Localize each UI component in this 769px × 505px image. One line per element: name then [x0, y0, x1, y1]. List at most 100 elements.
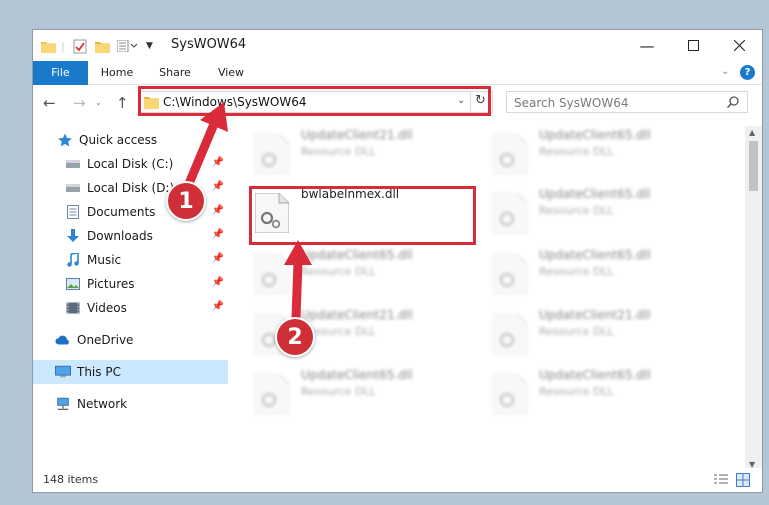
pin-icon[interactable]: 📌: [212, 229, 224, 240]
item-count: 148 items: [43, 473, 99, 486]
file-name: UpdateClient65.dll: [301, 368, 413, 382]
drive-icon: [65, 156, 81, 172]
file-name: UpdateClient21.dll: [301, 308, 413, 322]
file-tile[interactable]: UpdateClient65.dll Resource DLL: [233, 368, 453, 418]
file-type: Resource DLL: [539, 145, 614, 158]
nav-network[interactable]: Network: [33, 392, 228, 416]
file-tile[interactable]: UpdateClient65.dll Resource DLL: [233, 248, 453, 298]
back-arrow-icon[interactable]: ←: [43, 94, 56, 112]
drive-icon: [65, 180, 81, 196]
nav-downloads[interactable]: Downloads 📌: [33, 224, 228, 248]
pin-icon[interactable]: 📌: [212, 277, 224, 288]
nav-quick-access[interactable]: Quick access: [33, 128, 228, 152]
nav-item-label: Downloads: [87, 229, 153, 243]
pin-icon[interactable]: 📌: [212, 205, 224, 216]
maximize-button[interactable]: [670, 30, 716, 61]
file-type: Resource DLL: [539, 325, 614, 338]
nav-item-label: Music: [87, 253, 122, 267]
forward-arrow-icon[interactable]: →: [73, 94, 86, 112]
nav-pictures[interactable]: Pictures 📌: [33, 272, 228, 296]
search-input[interactable]: Search SysWOW64: [506, 91, 748, 113]
file-name: UpdateClient21.dll: [301, 128, 413, 142]
pin-icon[interactable]: 📌: [212, 301, 224, 312]
nav-item-label: Quick access: [79, 133, 158, 147]
music-icon: [65, 252, 81, 268]
file-tile[interactable]: UpdateClient65.dll Resource DLL: [471, 128, 691, 178]
nav-onedrive[interactable]: OneDrive: [33, 328, 228, 352]
separator: |: [61, 39, 65, 53]
details-view-icon[interactable]: [714, 474, 728, 486]
file-tile[interactable]: UpdateClient65.dll Resource DLL: [471, 187, 691, 237]
step-1-badge: 1: [166, 181, 206, 221]
dll-file-icon: [493, 314, 527, 354]
computer-icon: [55, 364, 71, 380]
file-tile[interactable]: UpdateClient21.dll Resource DLL: [233, 128, 453, 178]
dll-file-icon: [255, 134, 289, 174]
maximize-icon: [687, 40, 699, 51]
tab-share[interactable]: Share: [151, 61, 199, 85]
pictures-icon: [65, 276, 81, 292]
properties-icon[interactable]: [73, 38, 87, 54]
tab-home[interactable]: Home: [93, 61, 141, 85]
file-type: Resource DLL: [301, 385, 376, 398]
download-icon: [65, 228, 81, 244]
nav-local-disk-c[interactable]: Local Disk (C:) 📌: [33, 152, 228, 176]
dll-file-icon: [493, 254, 527, 294]
nav-videos[interactable]: Videos 📌: [33, 296, 228, 320]
large-icons-view-icon[interactable]: [736, 473, 750, 487]
file-tile[interactable]: UpdateClient21.dll Resource DLL: [471, 308, 691, 358]
file-name: UpdateClient65.dll: [539, 128, 651, 142]
file-tile[interactable]: UpdateClient65.dll Resource DLL: [471, 368, 691, 418]
nav-item-label: Local Disk (D:): [87, 181, 175, 195]
dropdown-arrow-icon[interactable]: ▼: [146, 38, 153, 54]
documents-icon: [65, 204, 81, 220]
help-icon[interactable]: ?: [740, 65, 755, 80]
nav-item-label: Network: [77, 397, 128, 411]
pin-icon[interactable]: 📌: [212, 253, 224, 264]
file-tile[interactable]: UpdateClient65.dll Resource DLL: [471, 248, 691, 298]
nav-item-label: Videos: [87, 301, 127, 315]
expand-ribbon-icon[interactable]: ⌄: [721, 66, 729, 77]
nav-item-label: Documents: [87, 205, 156, 219]
title-bar: | ▼ SysWOW64 —: [33, 30, 762, 61]
file-tile[interactable]: UpdateClient21.dll Resource DLL: [233, 308, 453, 358]
file-name: UpdateClient65.dll: [539, 248, 651, 262]
address-highlight-box: [138, 86, 491, 116]
file-highlight-box: [249, 186, 476, 245]
nav-this-pc[interactable]: This PC: [33, 360, 228, 384]
star-icon: [57, 132, 73, 148]
folder-icon[interactable]: [41, 38, 56, 54]
dll-file-icon: [493, 193, 527, 233]
nav-item-label: This PC: [77, 365, 121, 379]
nav-music[interactable]: Music 📌: [33, 248, 228, 272]
tab-view[interactable]: View: [207, 61, 255, 85]
pin-icon[interactable]: 📌: [212, 181, 224, 192]
scroll-up-icon[interactable]: ▲: [749, 128, 755, 137]
up-arrow-icon[interactable]: ↑: [116, 94, 129, 112]
pin-icon[interactable]: 📌: [212, 157, 224, 168]
cloud-icon: [55, 332, 71, 348]
minimize-button[interactable]: —: [624, 30, 670, 61]
nav-item-label: OneDrive: [77, 333, 134, 347]
file-type: Resource DLL: [539, 204, 614, 217]
search-icon: [727, 96, 739, 108]
recent-locations-icon[interactable]: ⌄: [95, 98, 102, 107]
file-type: Resource DLL: [539, 385, 614, 398]
customize-toolbar-icon[interactable]: [117, 38, 139, 54]
window-title: SysWOW64: [171, 37, 247, 52]
status-bar: 148 items: [33, 468, 762, 492]
file-name: UpdateClient21.dll: [539, 308, 651, 322]
ribbon-tabs: File Home Share View ⌄ ?: [33, 61, 762, 85]
nav-item-label: Pictures: [87, 277, 135, 291]
scrollbar-thumb[interactable]: [749, 141, 758, 191]
file-name: UpdateClient65.dll: [539, 368, 651, 382]
close-icon: [733, 40, 745, 51]
new-folder-icon[interactable]: [95, 38, 110, 54]
step-2-badge: 2: [275, 317, 315, 357]
nav-item-label: Local Disk (C:): [87, 157, 174, 171]
close-button[interactable]: [716, 30, 762, 61]
dll-file-icon: [493, 134, 527, 174]
dll-file-icon: [255, 254, 289, 294]
vertical-scrollbar[interactable]: ▲ ▼: [745, 126, 762, 471]
tab-file[interactable]: File: [33, 61, 88, 85]
